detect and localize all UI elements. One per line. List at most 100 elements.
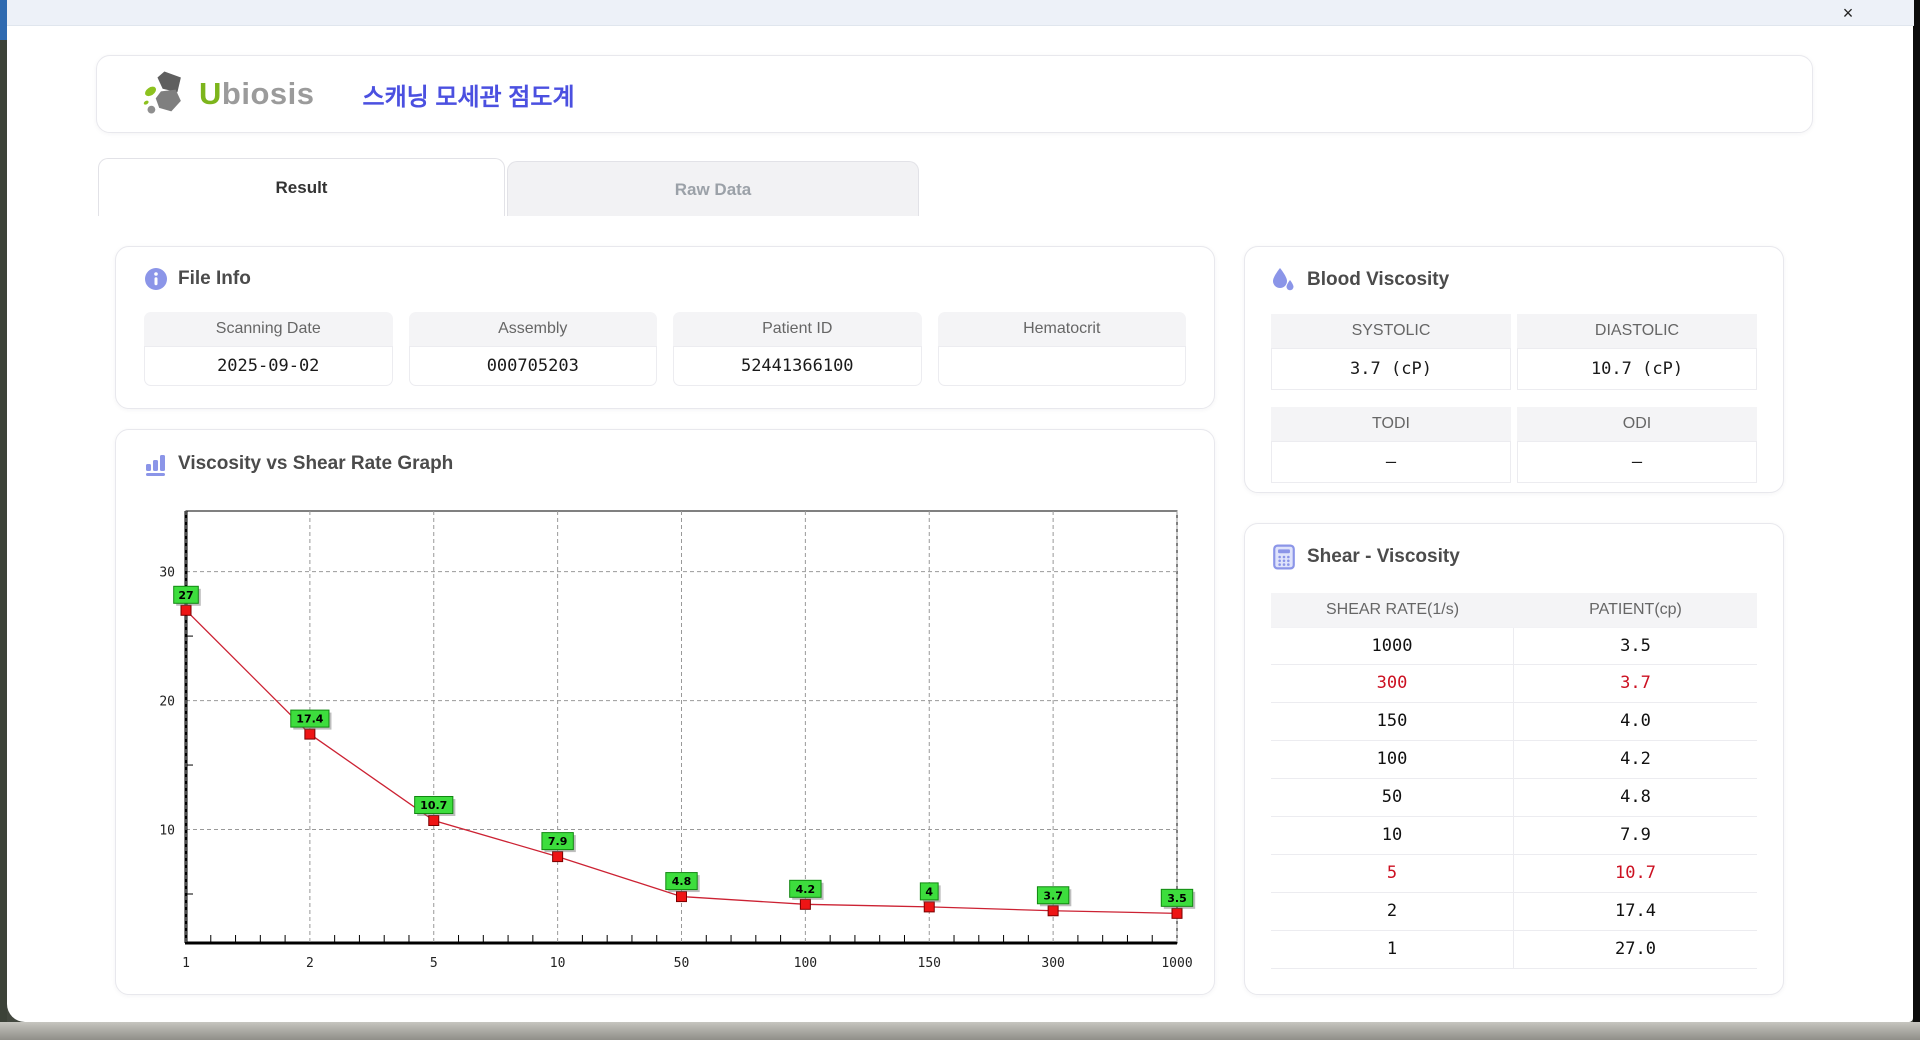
page-title: 스캐닝 모세관 점도계 [362, 83, 575, 111]
info-icon [144, 267, 168, 291]
field-label: Hematocrit [937, 312, 1186, 346]
stat-value-systolic: 3.7 (cP) [1271, 348, 1511, 390]
cell-patient: 4.0 [1620, 711, 1651, 731]
bar-chart-icon [144, 452, 168, 476]
table-row: 300 3.7 [1271, 665, 1757, 703]
cell-shear-rate: 1000 [1271, 628, 1514, 665]
column-header-patient: PATIENT(cp) [1589, 601, 1682, 618]
cell-shear-rate: 10 [1271, 817, 1514, 854]
svg-text:27: 27 [178, 589, 193, 602]
field-assembly: Assembly 000705203 [408, 312, 657, 386]
file-info-title: File Info [178, 268, 251, 289]
field-value: 2025-09-02 [144, 346, 393, 386]
field-value: 000705203 [408, 346, 657, 386]
svg-text:10: 10 [159, 824, 175, 839]
blood-viscosity-stats: SYSTOLIC DIASTOLIC 3.7 (cP) 10.7 (cP) TO… [1271, 314, 1757, 483]
stat-label-todi: TODI [1271, 407, 1511, 441]
field-value [937, 346, 1186, 386]
table-row: 1 27.0 [1271, 931, 1757, 969]
calculator-icon [1271, 544, 1297, 570]
svg-text:10.7: 10.7 [420, 799, 447, 812]
cell-shear-rate: 1 [1271, 931, 1514, 968]
table-body: 1000 3.5 300 3.7 150 4.0 100 4.2 50 4.8 10 7.9… [1271, 627, 1757, 969]
svg-text:50: 50 [674, 956, 690, 971]
cell-shear-rate: 150 [1271, 703, 1514, 740]
logo-letter-u: U [199, 76, 222, 111]
column-header-shear-rate: SHEAR RATE(1/s) [1325, 601, 1460, 618]
svg-text:7.9: 7.9 [548, 835, 568, 848]
svg-text:10: 10 [550, 956, 566, 971]
svg-text:100: 100 [794, 956, 817, 971]
cell-shear-rate: 2 [1271, 893, 1514, 930]
svg-text:4.8: 4.8 [672, 875, 692, 888]
svg-text:20: 20 [159, 695, 175, 710]
svg-text:4.2: 4.2 [796, 883, 816, 896]
svg-text:17.4: 17.4 [296, 713, 323, 726]
cell-patient: 10.7 [1615, 863, 1656, 883]
table-row: 50 4.8 [1271, 779, 1757, 817]
desktop-edge-right [1913, 0, 1920, 1022]
cell-shear-rate: 100 [1271, 741, 1514, 778]
cell-patient: 3.5 [1620, 636, 1651, 656]
blood-viscosity-title: Blood Viscosity [1307, 269, 1450, 290]
svg-text:4: 4 [925, 885, 933, 898]
cell-shear-rate: 300 [1271, 665, 1514, 702]
field-label: Scanning Date [144, 312, 393, 346]
table-row: 2 17.4 [1271, 893, 1757, 931]
desktop-edge-left [0, 0, 7, 1022]
svg-text:3.5: 3.5 [1167, 892, 1187, 905]
logo-letters-biosis: biosis [221, 76, 315, 111]
table-header-row: SHEAR RATE(1/s) PATIENT(cp) [1271, 593, 1757, 627]
shear-viscosity-table: SHEAR RATE(1/s) PATIENT(cp) 1000 3.5 300 3… [1271, 593, 1757, 969]
field-patient-id: Patient ID 52441366100 [673, 312, 922, 386]
graph-title: Viscosity vs Shear Rate Graph [178, 453, 454, 474]
viscosity-shear-chart: 10 20 30 1 2 5 10 50 100 150 300 1000 27 17.4 10.7 7.9 4… [159, 510, 1196, 971]
table-row: 150 4.0 [1271, 703, 1757, 741]
cell-patient: 27.0 [1615, 939, 1656, 959]
svg-text:2: 2 [306, 956, 314, 971]
cell-patient: 4.2 [1620, 749, 1651, 769]
app-logo: Ubiosis [141, 68, 314, 120]
field-hematocrit: Hematocrit [937, 312, 1186, 386]
file-info-card: File Info Scanning Date 2025-09-02 Assem… [115, 246, 1215, 409]
app-header-card: Ubiosis 스캐닝 모세관 점도계 [96, 55, 1813, 133]
field-scanning-date: Scanning Date 2025-09-02 [144, 312, 393, 386]
table-row: 5 10.7 [1271, 855, 1757, 893]
table-row: 1000 3.5 [1271, 627, 1757, 665]
stat-value-diastolic: 10.7 (cP) [1517, 348, 1757, 390]
cell-shear-rate: 50 [1271, 779, 1514, 816]
droplets-icon [1271, 267, 1297, 293]
field-value: 52441366100 [673, 346, 922, 386]
table-row: 10 7.9 [1271, 817, 1757, 855]
tab-raw-data[interactable]: Raw Data [507, 161, 919, 216]
cell-patient: 17.4 [1615, 901, 1656, 921]
svg-text:1000: 1000 [1161, 956, 1192, 971]
stat-label-systolic: SYSTOLIC [1271, 314, 1511, 348]
file-info-fields: Scanning Date 2025-09-02 Assembly 000705… [144, 312, 1186, 386]
stat-value-odi: – [1517, 441, 1757, 483]
window-titlebar: × [7, 0, 1914, 26]
viscosity-graph-card: Viscosity vs Shear Rate Graph 10 20 30 1 2 5 1… [115, 429, 1215, 995]
svg-text:300: 300 [1041, 956, 1064, 971]
stat-value-todi: – [1271, 441, 1511, 483]
tab-result[interactable]: Result [98, 158, 505, 216]
table-row: 100 4.2 [1271, 741, 1757, 779]
ubiosis-logo-icon [141, 68, 193, 120]
cell-patient: 3.7 [1620, 673, 1651, 693]
cell-shear-rate: 5 [1271, 855, 1514, 892]
desktop-taskbar-edge [0, 1022, 1920, 1040]
stat-label-odi: ODI [1517, 407, 1757, 441]
svg-text:5: 5 [430, 956, 438, 971]
svg-text:1: 1 [182, 956, 190, 971]
field-label: Patient ID [673, 312, 922, 346]
cell-patient: 7.9 [1620, 825, 1651, 845]
logo-text: Ubiosis [199, 76, 314, 112]
cell-patient: 4.8 [1620, 787, 1651, 807]
field-label: Assembly [408, 312, 657, 346]
blood-viscosity-card: Blood Viscosity SYSTOLIC DIASTOLIC 3.7 (… [1244, 246, 1784, 493]
svg-text:3.7: 3.7 [1043, 889, 1063, 902]
shear-viscosity-card: Shear - Viscosity SHEAR RATE(1/s) PATIEN… [1244, 523, 1784, 995]
close-button[interactable]: × [1834, 1, 1862, 25]
svg-text:30: 30 [159, 566, 175, 581]
svg-text:150: 150 [918, 956, 941, 971]
